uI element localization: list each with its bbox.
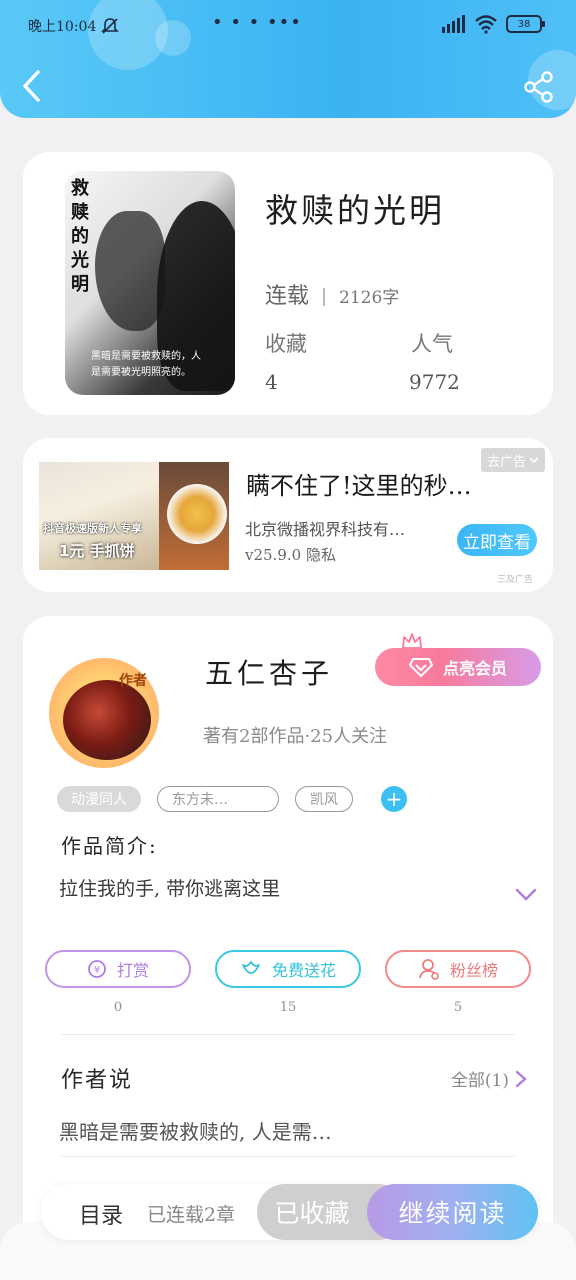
book-status: 连载 [265,284,310,309]
mute-bell-icon [101,18,119,34]
book-info-card: 救赎的光明 黑暗是需要被救赎的，人 是需要被光明照亮的。 救赎的光明 连载 212… [23,152,553,415]
ad-bowl-image [167,484,227,544]
fan-ranking-label: 粉丝榜 [449,961,498,980]
flower-count: 15 [279,1000,297,1015]
vip-label: 点亮会员 [442,659,507,678]
author-badge: 作者 [119,673,147,689]
reward-label: 打赏 [116,961,149,980]
continue-reading-button[interactable]: 继续阅读 [367,1184,538,1240]
cover-caption: 黑暗是需要被救赎的，人 是需要被光明照亮的。 [91,349,201,381]
bottom-bar: 目录 已连载2章 已收藏 继续阅读 [41,1184,538,1240]
author-says-all-link[interactable]: 全部(1) [451,1066,527,1091]
author-card: 作者 五仁杏子 著有2部作品·25人关注 点亮会员 动漫同人 东方未… 凯风 +… [23,616,553,1280]
ad-source-label: 三及广告 [496,575,533,585]
coin-icon: ¥ [88,960,106,978]
intro-text: 拉住我的手, 带你逃离这里 [59,878,281,900]
divider [323,288,326,306]
status-right: 38 [442,14,545,34]
back-arrow-icon[interactable] [18,68,46,104]
ad-image-text: 1元 手抓饼 [59,542,135,560]
reward-count: 0 [113,1000,123,1015]
author-says-title: 作者说 [61,1068,134,1093]
flower-icon [242,961,260,974]
battery-level: 38 [517,18,531,30]
cover-caption-line: 黑暗是需要被救赎的，人 [91,351,201,362]
book-cover[interactable]: 救赎的光明 黑暗是需要被救赎的，人 是需要被光明照亮的。 [65,171,235,395]
book-word-count: 2126字 [339,288,400,308]
ad-image-text: 抖音极速版新人专享 [43,522,142,535]
cover-title-text: 救赎的光明 [71,178,89,295]
user-icon [419,959,439,980]
ad-image[interactable]: 抖音极速版新人专享 1元 手抓饼 [39,462,229,570]
send-flower-label: 免费送花 [271,961,336,980]
action-counts: 0 15 5 [45,1000,531,1015]
diamond-icon [408,658,433,677]
header: 晚上10:04 • • • ••• 38 [0,0,576,118]
fan-ranking-button[interactable]: 粉丝榜 [385,950,531,988]
author-meta: 著有2部作品·25人关注 [203,726,388,747]
author-says-text[interactable]: 黑暗是需要被救赎的, 人是需… [59,1116,332,1145]
popularity-label: 人气 [411,332,453,356]
add-tag-button[interactable]: + [381,786,407,812]
author-name[interactable]: 五仁杏子 [205,652,333,692]
ad-title[interactable]: 瞒不住了!这里的秒… [246,466,516,501]
favorites-label: 收藏 [265,332,307,356]
reward-button[interactable]: ¥ 打赏 [45,950,191,988]
cover-caption-line: 是需要被光明照亮的。 [91,367,191,378]
action-buttons: ¥ 打赏 免费送花 粉丝榜 [45,950,531,988]
author-says-all-label: 全部(1) [450,1071,509,1091]
book-title: 救赎的光明 [265,191,445,230]
ad-version[interactable]: v25.9.0 隐私 [245,544,336,565]
cover-figure [95,211,165,331]
tag-list: 动漫同人 东方未… 凯风 + [57,786,407,812]
favorite-label: 已收藏 [274,1199,350,1228]
svg-text:¥: ¥ [94,965,100,976]
intro-title: 作品简介: [61,834,158,858]
avatar-image [63,680,151,760]
author-avatar[interactable]: 作者 [49,658,159,768]
divider [61,1156,515,1157]
ad-cta-button[interactable]: 立即查看 [457,524,537,556]
expand-chevron-icon[interactable] [515,888,537,902]
battery-icon: 38 [506,15,545,33]
ad-card[interactable]: 抖音极速版新人专享 1元 手抓饼 去广告 瞒不住了!这里的秒… 北京微播视界科技… [23,438,553,592]
vip-button[interactable]: 点亮会员 [375,648,541,686]
ad-company: 北京微播视界科技有… [245,520,406,539]
fans-count: 5 [453,1000,463,1015]
toc-chapter-info[interactable]: 已连载2章 [147,1200,235,1227]
share-icon[interactable] [522,70,556,104]
status-time: 晚上10:04 [28,19,97,35]
chevron-right-icon [515,1070,527,1087]
popularity-value: 9772 [409,370,460,394]
wifi-icon [475,15,497,34]
send-flower-button[interactable]: 免费送花 [215,950,361,988]
toc-button[interactable]: 目录 [79,1198,123,1230]
chevron-down-icon [529,457,539,464]
book-status-line: 连载 2126字 [265,278,399,310]
favorites-value: 4 [265,370,278,394]
tag-item[interactable]: 东方未… [157,786,279,812]
status-notification-dots: • • • ••• [212,12,302,33]
divider [61,1034,515,1035]
tag-item[interactable]: 动漫同人 [57,786,141,812]
status-bar: 晚上10:04 • • • ••• 38 [0,0,576,52]
tag-item[interactable]: 凯风 [295,786,353,812]
signal-icon [442,15,465,33]
